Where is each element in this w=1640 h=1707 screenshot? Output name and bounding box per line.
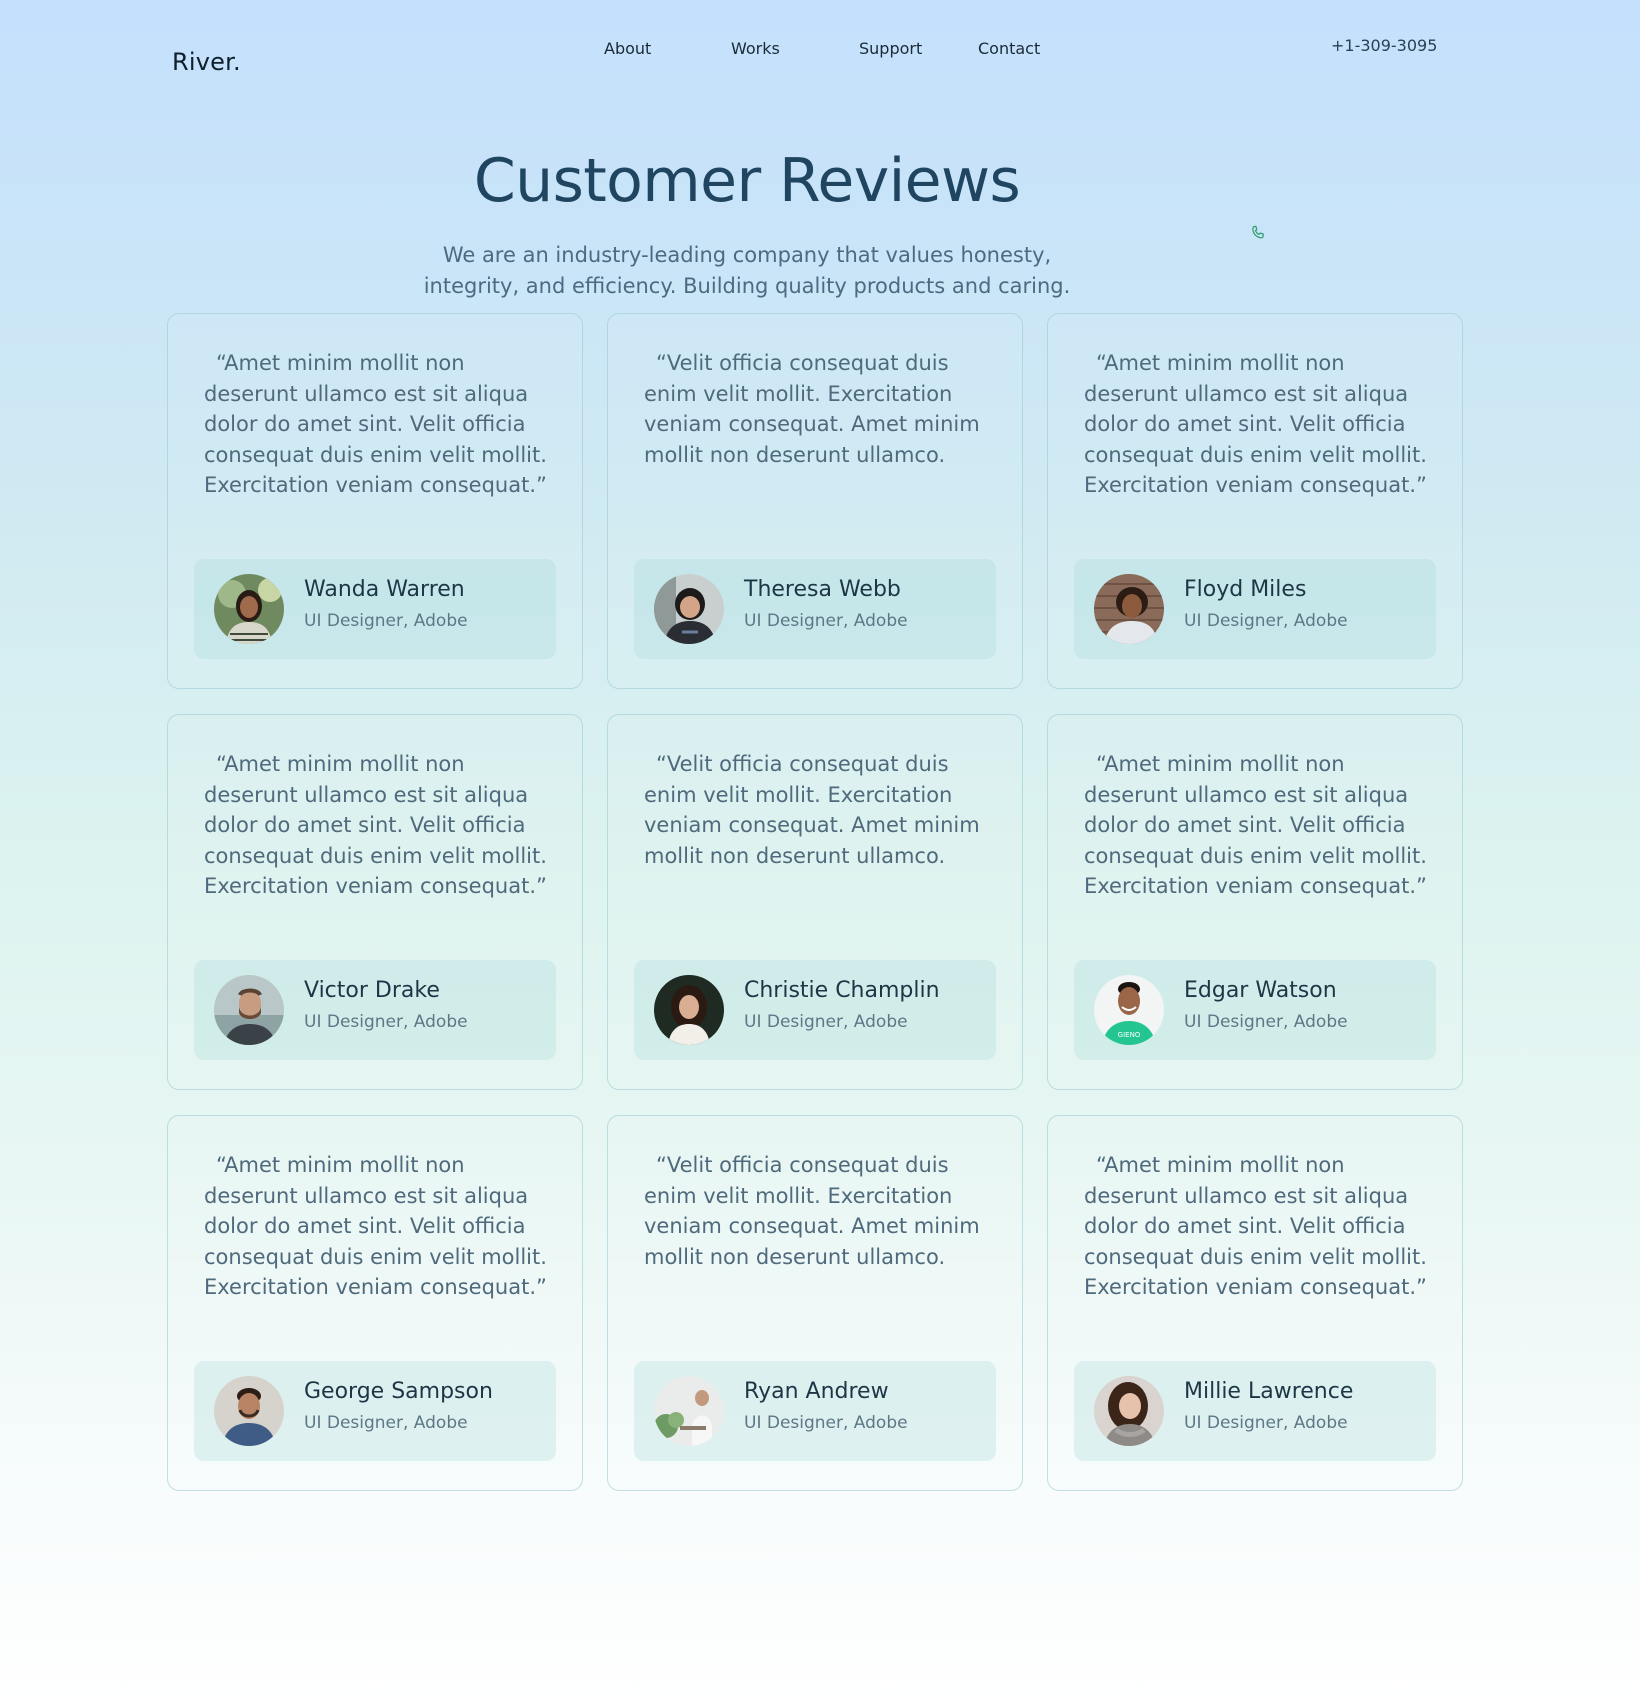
phone-number[interactable]: +1-309-3095: [1331, 36, 1437, 55]
nav-link-works[interactable]: Works: [731, 39, 780, 58]
review-author[interactable]: Wanda Warren UI Designer, Adobe: [194, 559, 556, 659]
site-header: River. About Works Support Contact +1-30…: [0, 0, 1640, 100]
page-title: Customer Reviews: [473, 146, 1021, 216]
avatar: [214, 574, 284, 644]
author-name: Theresa Webb: [744, 577, 901, 602]
avatar: [1094, 574, 1164, 644]
avatar: [214, 1376, 284, 1446]
review-quote: “Amet minim mollit non deserunt ullamco …: [204, 351, 547, 497]
review-card: “Velit officia consequat duis enim velit…: [607, 313, 1023, 689]
reviews-grid: “Amet minim mollit non deserunt ullamco …: [167, 313, 1463, 1491]
author-role: UI Designer, Adobe: [744, 611, 908, 631]
avatar: [654, 975, 724, 1045]
author-role: UI Designer, Adobe: [304, 1413, 468, 1433]
review-author[interactable]: Victor Drake UI Designer, Adobe: [194, 960, 556, 1060]
author-name: Millie Lawrence: [1184, 1379, 1354, 1404]
review-author[interactable]: George Sampson UI Designer, Adobe: [194, 1361, 556, 1461]
avatar: GIENO: [1094, 975, 1164, 1045]
nav-link-support[interactable]: Support: [859, 39, 922, 58]
review-quote: “Amet minim mollit non deserunt ullamco …: [1084, 351, 1427, 497]
review-quote: “Amet minim mollit non deserunt ullamco …: [1084, 752, 1427, 898]
review-card: “Amet minim mollit non deserunt ullamco …: [167, 714, 583, 1090]
author-name: Edgar Watson: [1184, 978, 1337, 1003]
review-card: “Amet minim mollit non deserunt ullamco …: [1047, 714, 1463, 1090]
author-role: UI Designer, Adobe: [1184, 1413, 1348, 1433]
avatar: [654, 1376, 724, 1446]
author-name: Christie Champlin: [744, 978, 940, 1003]
author-name: Ryan Andrew: [744, 1379, 889, 1404]
review-author[interactable]: Millie Lawrence UI Designer, Adobe: [1074, 1361, 1436, 1461]
author-name: Victor Drake: [304, 978, 440, 1003]
author-role: UI Designer, Adobe: [1184, 611, 1348, 631]
review-quote: “Velit officia consequat duis enim velit…: [644, 351, 980, 467]
page-subtitle: We are an industry-leading company that …: [423, 243, 1071, 298]
review-card: “Velit officia consequat duis enim velit…: [607, 1115, 1023, 1491]
avatar: [214, 975, 284, 1045]
review-card: “Amet minim mollit non deserunt ullamco …: [167, 1115, 583, 1491]
author-name: Floyd Miles: [1184, 577, 1307, 602]
author-role: UI Designer, Adobe: [304, 1012, 468, 1032]
review-card: “Amet minim mollit non deserunt ullamco …: [1047, 1115, 1463, 1491]
author-role: UI Designer, Adobe: [744, 1012, 908, 1032]
review-author[interactable]: Floyd Miles UI Designer, Adobe: [1074, 559, 1436, 659]
author-name: Wanda Warren: [304, 577, 465, 602]
review-card: “Velit officia consequat duis enim velit…: [607, 714, 1023, 1090]
review-author[interactable]: Christie Champlin UI Designer, Adobe: [634, 960, 996, 1060]
review-quote: “Amet minim mollit non deserunt ullamco …: [204, 752, 547, 898]
svg-text:GIENO: GIENO: [1118, 1031, 1141, 1039]
review-quote: “Amet minim mollit non deserunt ullamco …: [204, 1153, 547, 1299]
review-card: “Amet minim mollit non deserunt ullamco …: [1047, 313, 1463, 689]
review-author[interactable]: GIENO Edgar Watson UI Designer, Adobe: [1074, 960, 1436, 1060]
nav-link-about[interactable]: About: [604, 39, 651, 58]
review-quote: “Amet minim mollit non deserunt ullamco …: [1084, 1153, 1427, 1299]
avatar: [1094, 1376, 1164, 1446]
logo[interactable]: River.: [172, 48, 241, 76]
author-role: UI Designer, Adobe: [1184, 1012, 1348, 1032]
author-role: UI Designer, Adobe: [304, 611, 468, 631]
author-name: George Sampson: [304, 1379, 493, 1404]
author-role: UI Designer, Adobe: [744, 1413, 908, 1433]
review-quote: “Velit officia consequat duis enim velit…: [644, 1153, 980, 1269]
phone-icon[interactable]: [1249, 224, 1267, 242]
review-quote: “Velit officia consequat duis enim velit…: [644, 752, 980, 868]
review-card: “Amet minim mollit non deserunt ullamco …: [167, 313, 583, 689]
nav-link-contact[interactable]: Contact: [978, 39, 1040, 58]
review-author[interactable]: Theresa Webb UI Designer, Adobe: [634, 559, 996, 659]
avatar: [654, 574, 724, 644]
review-author[interactable]: Ryan Andrew UI Designer, Adobe: [634, 1361, 996, 1461]
